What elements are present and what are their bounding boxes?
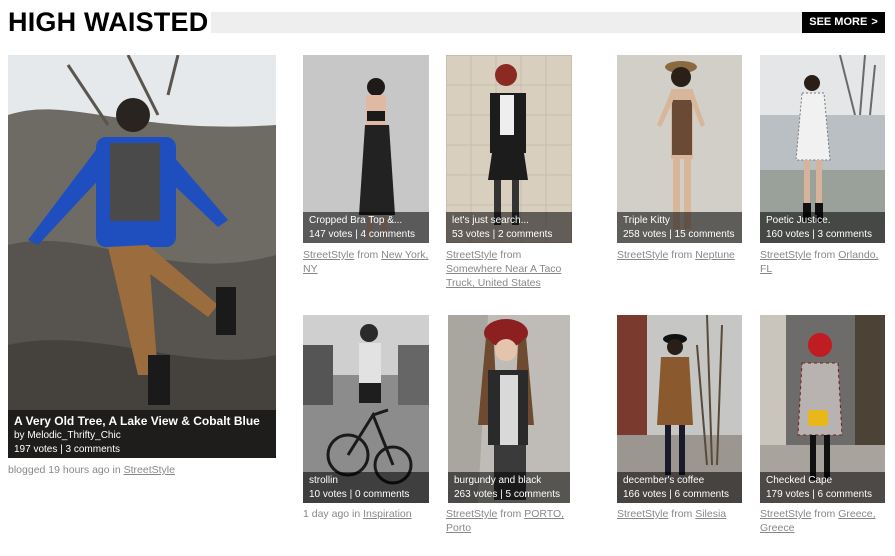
post-caption: let's just search... 53 votes | 2 commen…: [446, 212, 572, 243]
post-category-link[interactable]: StreetStyle: [760, 249, 811, 261]
post-stats: 263 votes | 5 comments: [454, 489, 560, 500]
post-card[interactable]: Poetic Justice. 160 votes | 3 comments: [760, 55, 885, 243]
post-location-link[interactable]: Neptune: [695, 249, 735, 261]
post-caption: december's coffee 166 votes | 6 comments: [617, 472, 742, 503]
post-meta-from: from: [357, 249, 379, 261]
post-category-link[interactable]: StreetStyle: [760, 508, 811, 520]
post-stats: 258 votes | 15 comments: [623, 229, 735, 240]
post-meta: StreetStyle from Greece, Greece: [760, 507, 890, 535]
post-title[interactable]: let's just search...: [452, 215, 566, 227]
post-stats: 53 votes | 2 comments: [452, 229, 553, 240]
featured-author[interactable]: Melodic_Thrifty_Chic: [27, 430, 120, 441]
post-meta: StreetStyle from New York, NY: [303, 248, 433, 276]
featured-meta: blogged 19 hours ago in StreetStyle: [8, 463, 175, 477]
post-caption: Cropped Bra Top &... 147 votes | 4 comme…: [303, 212, 429, 243]
featured-caption: A Very Old Tree, A Lake View & Cobalt Bl…: [8, 410, 276, 458]
post-stats: 179 votes | 6 comments: [766, 489, 872, 500]
post-caption: Poetic Justice. 160 votes | 3 comments: [760, 212, 885, 243]
post-caption: strollin 10 votes | 0 comments: [303, 472, 429, 503]
post-category-link[interactable]: StreetStyle: [617, 508, 668, 520]
post-location-link[interactable]: Silesia: [695, 508, 726, 520]
post-category-link[interactable]: StreetStyle: [617, 249, 668, 261]
by-label: by: [14, 430, 25, 441]
post-meta: StreetStyle from Orlando, FL: [760, 248, 890, 276]
post-meta-from: from: [500, 508, 522, 520]
post-meta: StreetStyle from PORTO, Porto: [446, 507, 576, 535]
featured-meta-link[interactable]: StreetStyle: [124, 464, 175, 476]
featured-title[interactable]: A Very Old Tree, A Lake View & Cobalt Bl…: [14, 414, 270, 428]
post-stats: 166 votes | 6 comments: [623, 489, 729, 500]
post-card[interactable]: december's coffee 166 votes | 6 comments: [617, 315, 742, 503]
post-meta-from: from: [671, 508, 693, 520]
post-title[interactable]: strollin: [309, 475, 423, 487]
post-meta: 1 day ago in Inspiration: [303, 507, 433, 521]
featured-photo: [8, 55, 276, 458]
post-card[interactable]: Triple Kitty 258 votes | 15 comments: [617, 55, 742, 243]
post-card[interactable]: Checked Cape 179 votes | 6 comments: [760, 315, 885, 503]
post-meta: StreetStyle from Silesia: [617, 507, 747, 521]
post-location-link[interactable]: Inspiration: [363, 508, 411, 520]
post-title[interactable]: Triple Kitty: [623, 215, 736, 227]
post-card[interactable]: strollin 10 votes | 0 comments: [303, 315, 429, 503]
post-category-link[interactable]: StreetStyle: [446, 508, 497, 520]
post-title[interactable]: Cropped Bra Top &...: [309, 215, 423, 227]
featured-stats: 197 votes | 3 comments: [14, 444, 120, 455]
post-stats: 147 votes | 4 comments: [309, 229, 415, 240]
post-title[interactable]: Poetic Justice.: [766, 215, 879, 227]
section-title: HIGH WAISTED: [8, 7, 209, 37]
header-divider-bar: [211, 12, 802, 33]
post-caption: burgundy and black 263 votes | 5 comment…: [448, 472, 570, 503]
featured-meta-text: blogged 19 hours ago in: [8, 464, 121, 476]
see-more-label: SEE MORE: [809, 16, 868, 28]
see-more-button[interactable]: SEE MORE >: [802, 12, 885, 33]
post-category-link[interactable]: StreetStyle: [303, 249, 354, 261]
post-caption: Triple Kitty 258 votes | 15 comments: [617, 212, 742, 243]
post-card[interactable]: Cropped Bra Top &... 147 votes | 4 comme…: [303, 55, 429, 243]
post-meta-from: from: [500, 249, 522, 261]
post-meta: StreetStyle from Neptune: [617, 248, 747, 262]
post-caption: Checked Cape 179 votes | 6 comments: [760, 472, 885, 503]
post-title[interactable]: Checked Cape: [766, 475, 879, 487]
post-card[interactable]: let's just search... 53 votes | 2 commen…: [446, 55, 572, 243]
post-card[interactable]: burgundy and black 263 votes | 5 comment…: [448, 315, 570, 503]
post-category-link[interactable]: StreetStyle: [446, 249, 497, 261]
featured-post-card[interactable]: A Very Old Tree, A Lake View & Cobalt Bl…: [8, 55, 276, 458]
post-meta-from: from: [814, 249, 836, 261]
post-stats: 10 votes | 0 comments: [309, 489, 410, 500]
post-title[interactable]: december's coffee: [623, 475, 736, 487]
post-stats: 160 votes | 3 comments: [766, 229, 872, 240]
post-location-link[interactable]: Somewhere Near A Taco Truck, United Stat…: [446, 263, 561, 289]
post-meta-from: from: [814, 508, 836, 520]
post-meta-time: 1 day ago in: [303, 508, 361, 520]
post-title[interactable]: burgundy and black: [454, 475, 564, 487]
post-meta-from: from: [671, 249, 693, 261]
chevron-right-icon: >: [871, 16, 878, 28]
post-meta: StreetStyle from Somewhere Near A Taco T…: [446, 248, 576, 290]
